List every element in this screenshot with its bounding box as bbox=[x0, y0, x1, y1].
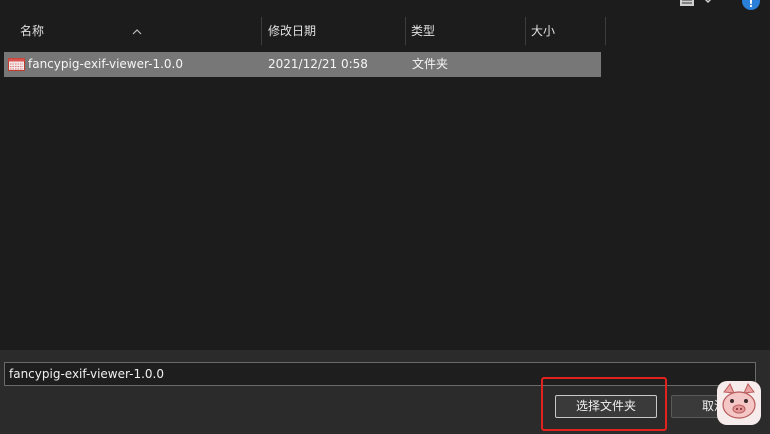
column-name[interactable]: 名称 bbox=[15, 17, 260, 45]
view-menu-icon bbox=[680, 0, 712, 6]
column-type[interactable]: 类型 bbox=[406, 17, 524, 45]
help-icon[interactable]: ! bbox=[742, 0, 760, 10]
file-type: 文件夹 bbox=[412, 57, 449, 71]
dialog-footer: 选择文件夹 取消 bbox=[0, 350, 770, 434]
select-folder-button[interactable]: 选择文件夹 bbox=[555, 395, 657, 418]
file-dialog: ! 名称 修改日期 类型 大小 fancypig-exif-viewer-1.0… bbox=[0, 0, 770, 434]
column-modified[interactable]: 修改日期 bbox=[263, 17, 403, 45]
file-row[interactable]: fancypig-exif-viewer-1.0.0 2021/12/21 0:… bbox=[4, 52, 601, 77]
folder-name-input[interactable] bbox=[4, 362, 756, 386]
file-modified: 2021/12/21 0:58 bbox=[268, 57, 368, 71]
view-options-button[interactable] bbox=[676, 0, 720, 10]
folder-icon bbox=[8, 58, 25, 71]
column-size[interactable]: 大小 bbox=[526, 17, 604, 45]
file-name: fancypig-exif-viewer-1.0.0 bbox=[28, 57, 184, 71]
pig-logo bbox=[717, 381, 761, 425]
column-header: 名称 修改日期 类型 大小 bbox=[0, 17, 606, 45]
column-divider[interactable] bbox=[605, 17, 606, 45]
column-divider[interactable] bbox=[261, 17, 262, 45]
